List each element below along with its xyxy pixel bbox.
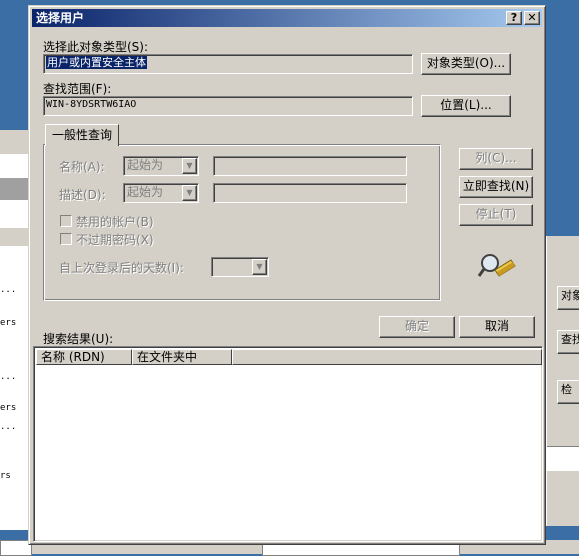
find-now-button-label: 立即查找(N) <box>462 179 530 193</box>
tab-general-queries[interactable]: 一般性查询 <box>45 124 119 146</box>
column-header-empty <box>232 349 542 365</box>
description-mode-value: 起始为 <box>127 185 164 199</box>
close-button[interactable]: ✕ <box>524 11 540 25</box>
description-mode-select[interactable]: 起始为 ▼ <box>123 183 199 203</box>
results-header: 名称 (RDN) 在文件夹中 <box>36 349 542 365</box>
disabled-accounts-checkbox[interactable] <box>60 215 72 227</box>
column-header-name[interactable]: 名称 (RDN) <box>36 349 132 365</box>
object-type-label: 选择此对象类型(S): <box>43 40 149 54</box>
days-since-logon-select[interactable]: ▼ <box>211 257 269 277</box>
chevron-down-icon: ▼ <box>252 259 267 275</box>
bg-left-item: rs <box>0 471 11 481</box>
location-value: WIN-8YDSRTW6IAO <box>46 99 137 110</box>
chevron-down-icon: ▼ <box>182 158 197 174</box>
help-button[interactable]: ? <box>506 11 522 25</box>
columns-button[interactable]: 列(C)... <box>459 148 533 170</box>
stop-button[interactable]: 停止(T) <box>459 204 533 226</box>
cancel-button[interactable]: 取消 <box>459 316 535 338</box>
background-window-right: 对象 查找 检 <box>546 236 579 526</box>
column-header-folder[interactable]: 在文件夹中 <box>132 349 232 365</box>
ok-button[interactable]: 确定 <box>379 316 455 338</box>
bg-left-item: ... <box>0 422 17 432</box>
location-field: WIN-8YDSRTW6IAO <box>43 96 413 116</box>
name-label: 名称(A): <box>59 160 105 174</box>
bg-object-button[interactable]: 对象 <box>557 286 579 310</box>
bg-check-button[interactable]: 检 <box>557 380 579 404</box>
dialog-titlebar[interactable]: 选择用户 ? ✕ <box>32 9 542 27</box>
disabled-accounts-label: 禁用的帐户(B) <box>76 215 154 229</box>
cancel-button-label: 取消 <box>484 319 509 333</box>
object-types-button[interactable]: 对象类型(O)... <box>421 53 511 75</box>
tab-general-queries-label: 一般性查询 <box>51 128 112 142</box>
find-now-button[interactable]: 立即查找(N) <box>459 176 533 198</box>
description-input[interactable] <box>213 183 407 203</box>
stop-button-label: 停止(T) <box>475 207 517 221</box>
bg-left-item: ... <box>0 285 17 295</box>
bg-right-panel <box>547 446 579 471</box>
object-types-button-label: 对象类型(O)... <box>426 56 506 70</box>
location-label: 查找范围(F): <box>43 82 112 96</box>
columns-button-label: 列(C)... <box>475 151 517 165</box>
search-flashlight-icon <box>477 254 516 277</box>
locations-button[interactable]: 位置(L)... <box>421 95 511 117</box>
object-type-field: 用户或内置安全主体 <box>43 54 413 74</box>
bg-left-item: ers <box>0 403 17 413</box>
description-label: 描述(D): <box>59 188 106 202</box>
bg-find-button[interactable]: 查找 <box>557 330 579 354</box>
locations-button-label: 位置(L)... <box>440 98 492 112</box>
search-results-list[interactable]: 名称 (RDN) 在文件夹中 <box>33 346 543 542</box>
name-input[interactable] <box>213 156 407 176</box>
object-type-value: 用户或内置安全主体 <box>46 56 147 69</box>
dialog-title: 选择用户 <box>36 11 85 25</box>
bg-left-item: ers <box>0 318 17 328</box>
bg-left-item: ... <box>0 372 17 382</box>
chevron-down-icon: ▼ <box>182 185 197 201</box>
days-since-logon-label: 自上次登录后的天数(I): <box>59 261 184 275</box>
name-mode-value: 起始为 <box>127 158 164 172</box>
name-mode-select[interactable]: 起始为 ▼ <box>123 156 199 176</box>
non-expiring-password-checkbox[interactable] <box>60 233 72 245</box>
select-users-dialog: 选择用户 ? ✕ 选择此对象类型(S): 用户或内置安全主体 对象类型(O)..… <box>28 5 546 545</box>
search-results-label: 搜索结果(U): <box>43 332 114 346</box>
non-expiring-password-label: 不过期密码(X) <box>76 233 154 247</box>
ok-button-label: 确定 <box>404 319 429 333</box>
